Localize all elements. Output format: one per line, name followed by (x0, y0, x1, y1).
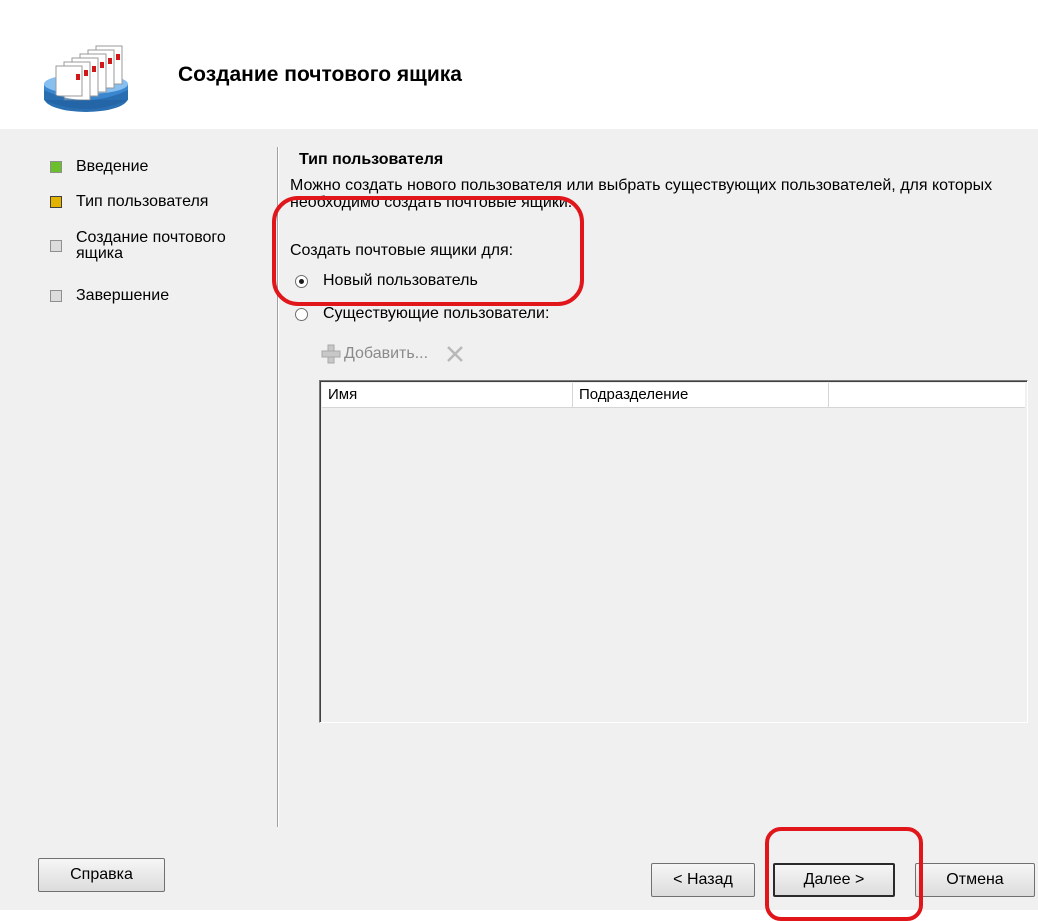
back-button[interactable]: < Назад (651, 863, 755, 897)
step-introduction: Введение (50, 158, 148, 176)
step-label: Создание почтового ящика (76, 229, 226, 262)
mailbox-icon (44, 45, 128, 112)
step-status-pending-icon (50, 290, 62, 302)
step-create-mailbox: Создание почтового ящика (50, 230, 226, 262)
wizard-title: Создание почтового ящика (178, 63, 462, 86)
step-user-type: Тип пользователя (50, 193, 208, 211)
add-icon[interactable] (321, 344, 341, 364)
wizard-body: Введение Тип пользователя Создание почто… (0, 129, 1038, 910)
column-header-name[interactable]: Имя (322, 383, 573, 407)
radio-button[interactable] (295, 274, 308, 288)
users-list[interactable]: Имя Подразделение (319, 380, 1028, 723)
step-status-current-icon (50, 196, 62, 208)
radio-label[interactable]: Новый пользователь (323, 272, 478, 290)
users-toolbar: Добавить... (321, 344, 464, 364)
create-for-label: Создать почтовые ящики для: (290, 242, 514, 259)
help-button[interactable]: Справка (38, 858, 165, 892)
cancel-button[interactable]: Отмена (915, 863, 1035, 897)
radio-label[interactable]: Существующие пользователи: (323, 305, 549, 323)
step-status-completed-icon (50, 161, 62, 173)
step-status-pending-icon (50, 240, 62, 252)
section-description: Можно создать нового пользователя или вы… (290, 177, 993, 211)
list-header: Имя Подразделение (322, 383, 1025, 408)
radio-button[interactable] (295, 307, 308, 321)
section-title: Тип пользователя (299, 151, 444, 168)
add-button-label[interactable]: Добавить... (344, 345, 428, 363)
column-header-department[interactable]: Подразделение (573, 383, 829, 407)
step-completion: Завершение (50, 287, 169, 305)
step-label: Тип пользователя (76, 193, 209, 210)
radio-existing-users[interactable]: Существующие пользователи: (295, 305, 549, 323)
radio-new-user[interactable]: Новый пользователь (295, 272, 478, 290)
delete-x-icon[interactable] (446, 345, 464, 363)
step-label: Введение (76, 158, 149, 175)
divider-highlight (278, 147, 279, 827)
step-label: Завершение (76, 287, 170, 304)
column-header-empty (829, 383, 1025, 407)
wizard-header: Создание почтового ящика (0, 0, 1038, 129)
next-button[interactable]: Далее > (773, 863, 895, 897)
